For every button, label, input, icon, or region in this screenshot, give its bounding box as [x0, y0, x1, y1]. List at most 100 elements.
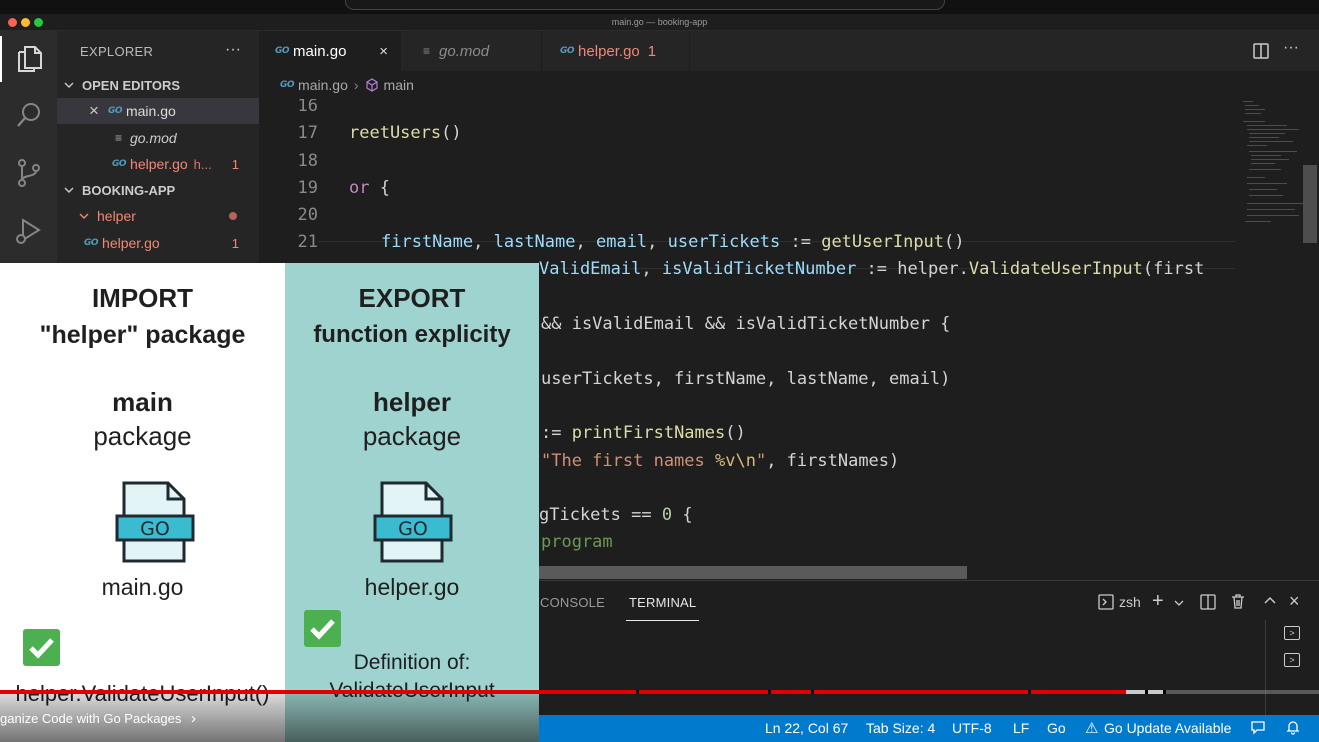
- export-caption-1: Definition of:: [353, 651, 471, 674]
- code-token: reetUsers: [349, 123, 442, 143]
- terminal-instance-icon[interactable]: >: [1284, 653, 1300, 667]
- bottom-panel: CONSOLE TERMINAL zsh + × > >: [539, 580, 1319, 716]
- go-file-icon: GO: [275, 46, 290, 56]
- run-debug-activity[interactable]: [0, 208, 57, 254]
- code-token: ValidateUserInput: [968, 259, 1143, 279]
- tab-size[interactable]: Tab Size: 4: [866, 720, 935, 736]
- code-token: userTickets: [667, 232, 781, 252]
- open-editor-name: helper.go: [130, 156, 188, 172]
- import-subtitle: "helper" package: [39, 321, 246, 349]
- code-token: := helper.: [856, 259, 969, 279]
- horizontal-scrollbar[interactable]: [539, 566, 967, 579]
- folder-helper[interactable]: helper: [57, 203, 259, 229]
- terminal-shell-icon: [1098, 594, 1114, 614]
- export-subtitle: function explicity: [313, 321, 511, 348]
- explorer-more-button[interactable]: ···: [225, 41, 241, 59]
- video-chapter-title[interactable]: ganize Code with Go Packages ›: [0, 710, 196, 727]
- minimap-line: [1251, 159, 1289, 160]
- breadcrumb-symbol[interactable]: main: [384, 77, 414, 93]
- search-icon: [16, 103, 40, 127]
- maximize-panel-chevron-up-icon[interactable]: [1263, 594, 1277, 612]
- code-line-22: ValidEmail, isValidTicketNumber := helpe…: [539, 259, 1204, 279]
- minimap-line: [1243, 101, 1253, 102]
- export-title: EXPORT: [358, 283, 466, 313]
- open-editor-go-mod[interactable]: ≡ go.mod: [57, 125, 259, 151]
- source-control-icon: [17, 159, 40, 187]
- go-file-icon-text: GO: [140, 518, 170, 540]
- chevron-down-icon: [64, 82, 74, 88]
- search-pill[interactable]: [345, 0, 945, 10]
- bell-icon[interactable]: [1285, 719, 1301, 738]
- go-file-icon: GO: [560, 46, 575, 56]
- vertical-scrollbar[interactable]: [1303, 165, 1317, 243]
- minimap-line: [1249, 141, 1293, 142]
- project-label: BOOKING-APP: [82, 182, 176, 198]
- tab-console[interactable]: CONSOLE: [540, 595, 605, 610]
- chevron-down-icon[interactable]: [1174, 595, 1184, 612]
- chapter-marker: [636, 690, 639, 694]
- minimap-line: [1251, 163, 1275, 164]
- code-line-24: && isValidEmail && isValidTicketNumber {: [541, 314, 951, 334]
- file-helper-go[interactable]: GO helper.go 1: [57, 230, 259, 256]
- open-editor-helper-go[interactable]: GO helper.go h... 1: [57, 151, 259, 177]
- line-number: 20: [297, 205, 318, 225]
- code-line-17: reetUsers(): [349, 123, 462, 143]
- code-line-28: := printFirstNames(): [541, 423, 746, 443]
- split-terminal-icon[interactable]: [1200, 594, 1216, 614]
- main-go-filename: main.go: [101, 574, 184, 600]
- minimap-line: [1249, 169, 1281, 170]
- close-tab-icon[interactable]: ×: [379, 43, 388, 60]
- main-package-label: package: [93, 421, 192, 451]
- problem-count-badge: 1: [231, 156, 239, 172]
- source-control-activity[interactable]: [0, 150, 57, 196]
- end-of-line[interactable]: LF: [1013, 720, 1029, 736]
- language-mode[interactable]: Go: [1047, 720, 1066, 736]
- tab-helper-go[interactable]: GO helper.go 1: [542, 31, 690, 71]
- booking-app-section[interactable]: BOOKING-APP: [57, 177, 259, 203]
- file-lines-icon: ≡: [115, 131, 123, 145]
- open-editor-name: main.go: [125, 103, 176, 119]
- code-token: :=: [780, 232, 822, 252]
- terminal-instance-icon[interactable]: >: [1284, 626, 1300, 640]
- code-token: 0: [661, 505, 673, 525]
- chapter-title-text: ganize Code with Go Packages: [0, 711, 182, 726]
- minimap-line: [1247, 203, 1303, 204]
- warning-icon: ⚠: [1085, 720, 1099, 737]
- chapter-marker: [768, 690, 771, 694]
- search-activity[interactable]: [0, 92, 57, 138]
- open-editors-section[interactable]: OPEN EDITORS: [57, 72, 259, 98]
- close-editor-icon[interactable]: ×: [89, 101, 99, 121]
- code-token: (first: [1142, 259, 1205, 279]
- minimap-line: [1245, 109, 1265, 110]
- tab-label: main.go: [293, 42, 347, 60]
- chapter-marker: [811, 690, 814, 694]
- terminal-shell-name[interactable]: zsh: [1119, 594, 1141, 610]
- tab-terminal[interactable]: TERMINAL: [625, 595, 700, 621]
- new-terminal-plus-icon[interactable]: +: [1152, 590, 1164, 613]
- file-name: helper.go: [102, 235, 160, 251]
- more-actions-icon[interactable]: ···: [1283, 39, 1299, 57]
- video-progress-played[interactable]: [0, 690, 1126, 694]
- minimap-line: [1247, 183, 1287, 184]
- go-file-icon: GO: [280, 80, 295, 90]
- export-column: EXPORT function explicity helper package…: [285, 263, 539, 742]
- tab-problem-count: 1: [647, 42, 657, 60]
- tab-go-mod[interactable]: ≡ go.mod: [401, 31, 542, 71]
- trash-icon[interactable]: [1230, 593, 1246, 614]
- feedback-icon[interactable]: [1250, 719, 1266, 738]
- code-token: printFirstNames: [571, 423, 726, 443]
- code-token: firstName: [381, 232, 474, 252]
- code-token: getUserInput: [821, 232, 945, 252]
- split-editor-icon[interactable]: [1252, 42, 1270, 60]
- code-token: ValidEmail: [539, 259, 642, 279]
- explorer-activity[interactable]: [0, 36, 57, 82]
- breadcrumb-file[interactable]: main.go: [298, 77, 348, 93]
- cursor-position[interactable]: Ln 22, Col 67: [765, 720, 848, 736]
- tab-main-go[interactable]: GO main.go ×: [259, 31, 401, 71]
- encoding[interactable]: UTF-8: [952, 720, 992, 736]
- close-panel-icon[interactable]: ×: [1289, 591, 1300, 612]
- minimap-line: [1245, 113, 1261, 114]
- go-update-status[interactable]: Go Update Available: [1104, 720, 1231, 736]
- code-line-29: "The first names %v\n", firstNames): [541, 451, 899, 471]
- open-editor-main-go[interactable]: × GO main.go: [57, 98, 259, 124]
